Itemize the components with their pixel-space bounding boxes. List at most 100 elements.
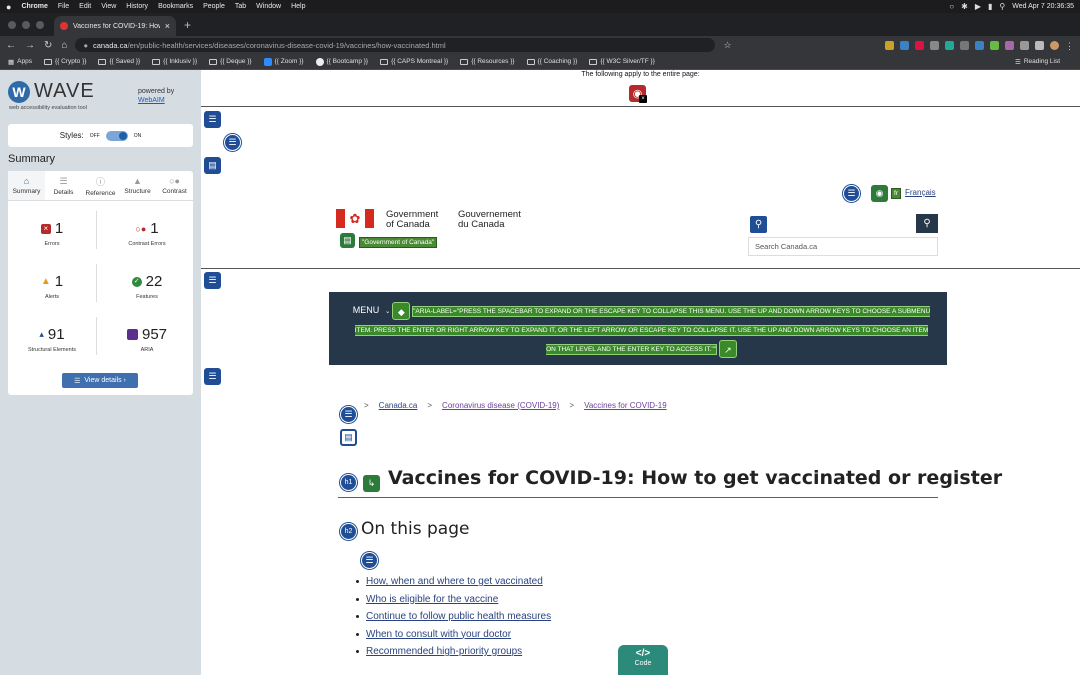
menu-history[interactable]: History bbox=[126, 3, 148, 10]
tab-reference[interactable]: ⓘ Reference bbox=[82, 171, 119, 200]
code-toggle-button[interactable]: </> Code bbox=[618, 645, 668, 675]
menu-edit[interactable]: Edit bbox=[79, 3, 91, 10]
chevron-down-icon[interactable]: ⌄ bbox=[385, 307, 390, 316]
stat-structural[interactable]: ▴ 91 Structural Elements bbox=[8, 326, 96, 353]
aria-popup-icon[interactable]: ↗ bbox=[718, 340, 737, 359]
profile-avatar[interactable] bbox=[1050, 40, 1059, 50]
aria-tag-icon[interactable]: ◆ bbox=[392, 302, 411, 321]
bookmark-folder[interactable]: {{ W3C Silver/TF }} bbox=[589, 58, 655, 65]
region-main-icon[interactable]: ☰ bbox=[204, 368, 221, 385]
region-nav-icon[interactable]: ☰ bbox=[204, 272, 221, 289]
list-structure-icon[interactable]: ☰ bbox=[843, 185, 860, 202]
stat-errors[interactable]: × 1 Errors bbox=[8, 220, 96, 247]
breadcrumb-vaccines[interactable]: Vaccines for COVID-19 bbox=[584, 401, 667, 410]
menu-bookmarks[interactable]: Bookmarks bbox=[158, 3, 193, 10]
menu-people[interactable]: People bbox=[203, 3, 225, 10]
h1-badge[interactable]: h1 bbox=[341, 475, 356, 490]
bookmark-folder[interactable]: {{ Inklusiv }} bbox=[152, 58, 197, 65]
tab-contrast[interactable]: ○● Contrast bbox=[156, 171, 193, 200]
extension-icon[interactable] bbox=[930, 40, 939, 50]
bookmark-star-icon[interactable]: ☆ bbox=[723, 40, 731, 51]
region-icon[interactable]: ▤ bbox=[204, 157, 221, 174]
menu-tab[interactable]: Tab bbox=[235, 3, 246, 10]
reading-list-button[interactable]: ☰ Reading List bbox=[1015, 58, 1060, 66]
view-details-button[interactable]: ☰ View details › bbox=[62, 373, 138, 388]
toc-item[interactable]: How, when and where to get vaccinated bbox=[356, 573, 551, 591]
menu-window[interactable]: Window bbox=[256, 3, 281, 10]
search-button[interactable]: ⚲ bbox=[916, 214, 938, 233]
alt-text-feature-icon[interactable]: ▤ bbox=[340, 233, 355, 248]
battery-icon[interactable]: ▮ bbox=[988, 2, 992, 11]
browser-tab-active[interactable]: Vaccines for COVID-19: How to × bbox=[54, 16, 176, 36]
toc-item[interactable]: Who is eligible for the vaccine bbox=[356, 591, 551, 609]
toc-item[interactable]: Continue to follow public health measure… bbox=[356, 608, 551, 626]
main-region-icon[interactable]: ▤ bbox=[340, 429, 357, 446]
extension-icon[interactable] bbox=[990, 40, 999, 50]
extension-icon[interactable] bbox=[945, 40, 954, 50]
region-header-icon[interactable]: ☰ bbox=[204, 111, 221, 128]
reload-icon[interactable]: ↻ bbox=[44, 40, 52, 51]
toc-item[interactable]: When to consult with your doctor bbox=[356, 626, 551, 644]
francais-link[interactable]: Français bbox=[905, 188, 936, 197]
menu-label-text[interactable]: MENU bbox=[353, 304, 380, 316]
list-structure-icon[interactable]: ☰ bbox=[361, 552, 378, 569]
close-window-button[interactable] bbox=[8, 21, 16, 29]
tab-summary[interactable]: ⌂ Summary bbox=[8, 171, 45, 200]
extension-icon[interactable] bbox=[960, 40, 969, 50]
language-feature-icon[interactable]: ◉ bbox=[871, 185, 888, 202]
tab-structure[interactable]: ▲ Structure bbox=[119, 171, 156, 200]
chrome-menu-icon[interactable]: ⋮ bbox=[1065, 41, 1074, 51]
menu-view[interactable]: View bbox=[101, 3, 116, 10]
extension-icon[interactable] bbox=[885, 40, 894, 50]
bookmark-folder[interactable]: {{ Coaching }} bbox=[526, 58, 577, 65]
extension-icon[interactable] bbox=[915, 40, 924, 50]
gov-name-fr[interactable]: Gouvernement du Canada bbox=[458, 210, 521, 230]
bookmark-zoom[interactable]: {{ Zoom }} bbox=[263, 57, 304, 66]
extension-icon[interactable] bbox=[900, 40, 909, 50]
list-structure-icon[interactable]: ☰ bbox=[224, 134, 241, 151]
stat-contrast-errors[interactable]: ○● 1 Contrast Errors bbox=[103, 220, 191, 247]
breadcrumb-canada[interactable]: Canada.ca bbox=[379, 401, 418, 410]
breadcrumb-covid[interactable]: Coronavirus disease (COVID-19) bbox=[442, 401, 559, 410]
toc-item[interactable]: Recommended high-priority groups bbox=[356, 643, 551, 661]
list-structure-icon[interactable]: ☰ bbox=[340, 406, 357, 423]
extension-icon[interactable] bbox=[1020, 40, 1029, 50]
extension-icon[interactable] bbox=[1005, 40, 1014, 50]
menu-file[interactable]: File bbox=[58, 3, 69, 10]
bookmark-folder[interactable]: {{ Deque }} bbox=[209, 58, 252, 65]
menu-help[interactable]: Help bbox=[291, 3, 305, 10]
zoom-window-button[interactable] bbox=[36, 21, 44, 29]
webaim-link[interactable]: WebAIM bbox=[138, 96, 174, 105]
bookmark-apps[interactable]: ▦ Apps bbox=[8, 58, 32, 66]
stat-alerts[interactable]: ▲ 1 Alerts bbox=[8, 273, 96, 300]
back-icon[interactable]: ← bbox=[6, 40, 16, 51]
close-tab-icon[interactable]: × bbox=[165, 21, 170, 31]
gov-name-en[interactable]: Government of Canada bbox=[386, 210, 438, 230]
wifi-icon[interactable]: ○ bbox=[949, 2, 954, 11]
bookmark-folder[interactable]: {{ CAPS Montreal }} bbox=[380, 58, 448, 65]
home-icon[interactable]: ⌂ bbox=[61, 40, 67, 51]
h2-badge[interactable]: h2 bbox=[341, 524, 356, 539]
volume-icon[interactable]: ▶ bbox=[975, 2, 981, 11]
bookmark-folder[interactable]: {{ Saved }} bbox=[98, 58, 140, 65]
tab-details[interactable]: ☰ Details bbox=[45, 171, 82, 200]
skip-target-icon[interactable]: ↳ bbox=[363, 475, 380, 492]
menu-clock[interactable]: Wed Apr 7 20:36:35 bbox=[1012, 3, 1074, 10]
bookmark-bootcamp[interactable]: {{ Bootcamp }} bbox=[315, 57, 368, 66]
app-menu-chrome[interactable]: Chrome bbox=[21, 3, 47, 10]
bluetooth-icon[interactable]: ✱ bbox=[961, 2, 968, 11]
search-input[interactable]: Search Canada.ca bbox=[748, 237, 938, 256]
minimize-window-button[interactable] bbox=[22, 21, 30, 29]
stat-features[interactable]: ✓ 22 Features bbox=[103, 273, 191, 300]
bookmark-folder[interactable]: {{ Resources }} bbox=[460, 58, 515, 65]
apple-menu-icon[interactable]: ● bbox=[6, 2, 11, 12]
bookmark-folder[interactable]: {{ Crypto }} bbox=[43, 58, 86, 65]
search-label-icon[interactable]: ⚲ bbox=[750, 216, 767, 233]
search-icon[interactable]: ⚲ bbox=[999, 2, 1005, 11]
url-field[interactable]: ● canada.ca /en/public-health/services/d… bbox=[75, 38, 716, 52]
extensions-puzzle-icon[interactable] bbox=[1035, 40, 1044, 50]
forward-icon[interactable]: → bbox=[25, 40, 35, 51]
new-tab-button[interactable]: + bbox=[176, 18, 199, 36]
styles-toggle[interactable] bbox=[105, 130, 128, 141]
stat-aria[interactable]: 957 ARIA bbox=[103, 326, 191, 353]
